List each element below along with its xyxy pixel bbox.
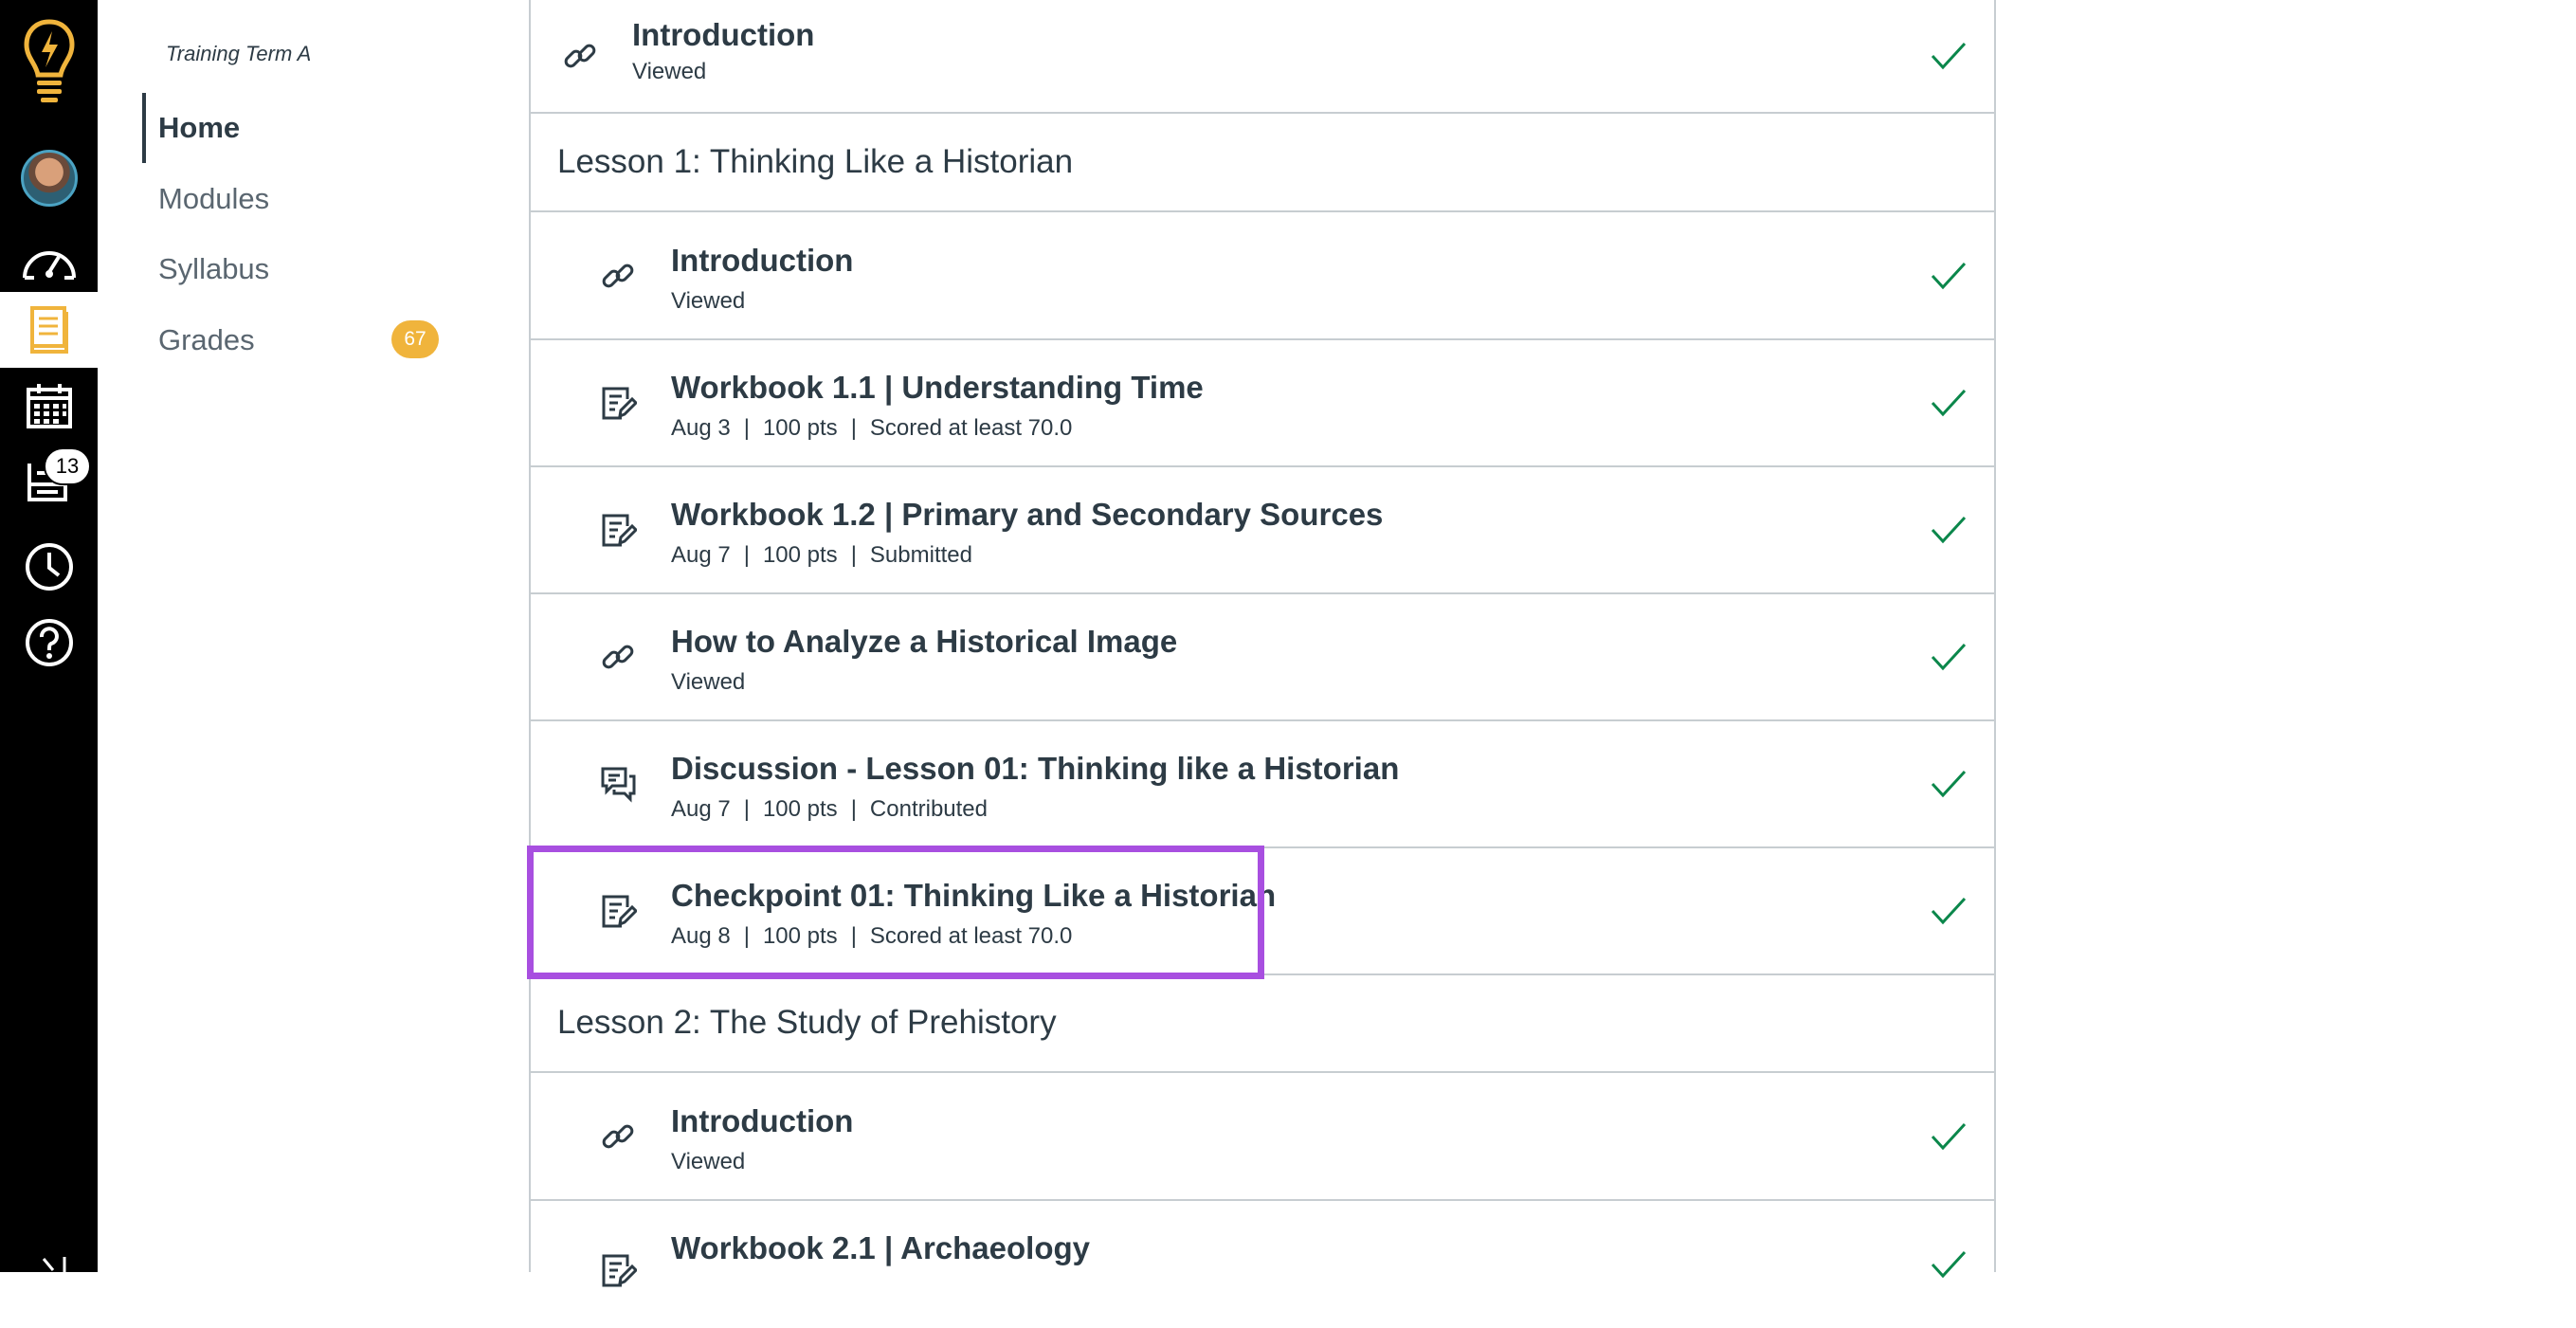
- item-meta: Aug 7 | 100 pts | Submitted: [671, 542, 972, 568]
- item-meta: Viewed: [671, 288, 746, 314]
- item-title[interactable]: Workbook 1.1 | Understanding Time: [671, 370, 1204, 406]
- check-icon: [1931, 516, 1967, 543]
- module-title: Lesson 2: The Study of Prehistory: [557, 1004, 1057, 1041]
- check-icon: [1931, 770, 1967, 797]
- item-meta: Aug 8 | 100 pts | Scored at least 70.0: [671, 923, 1073, 949]
- check-icon: [1931, 262, 1967, 289]
- item-meta: Aug 3 | 100 pts | Scored at least 70.0: [671, 415, 1073, 441]
- check-icon: [1931, 897, 1967, 924]
- check-icon: [1931, 1250, 1967, 1279]
- inbox-unread-badge: 13: [44, 447, 91, 485]
- module-item[interactable]: Workbook 2.1 | Archaeology: [531, 1200, 1994, 1328]
- item-title[interactable]: Introduction: [671, 243, 853, 279]
- module-header[interactable]: Lesson 2: The Study of Prehistory: [531, 974, 1994, 1073]
- assignment-icon: [602, 514, 637, 546]
- module-item[interactable]: Discussion - Lesson 01: Thinking like a …: [531, 720, 1994, 848]
- module-item[interactable]: Introduction Viewed: [531, 0, 1994, 114]
- module-item[interactable]: Workbook 1.1 | Understanding Time Aug 3 |…: [531, 339, 1994, 467]
- item-title[interactable]: Discussion - Lesson 01: Thinking like a …: [671, 751, 1399, 787]
- assignment-icon: [602, 1254, 637, 1287]
- lightbulb-logo-icon[interactable]: [0, 15, 98, 112]
- calendar-icon[interactable]: [0, 368, 98, 444]
- check-icon: [1931, 643, 1967, 670]
- link-icon: [602, 1124, 634, 1148]
- item-meta: Viewed: [632, 59, 707, 84]
- module-item[interactable]: How to Analyze a Historical Image Viewed: [531, 593, 1994, 721]
- assignment-icon: [602, 895, 637, 927]
- check-icon: [1931, 42, 1967, 70]
- link-icon: [602, 645, 634, 668]
- dashboard-icon[interactable]: [0, 222, 98, 298]
- discussion-icon: [601, 767, 636, 803]
- assignment-icon: [602, 387, 637, 419]
- item-meta: Aug 7 | 100 pts | Contributed: [671, 796, 988, 822]
- item-title[interactable]: Introduction: [632, 17, 814, 53]
- account-nav-item[interactable]: [0, 140, 98, 216]
- module-item[interactable]: Introduction Viewed: [531, 1073, 1994, 1201]
- link-icon: [602, 264, 634, 287]
- item-meta: Viewed: [671, 1149, 746, 1174]
- course-nav-home[interactable]: Home: [142, 93, 483, 163]
- item-title[interactable]: Introduction: [671, 1103, 853, 1139]
- link-icon: [564, 44, 596, 68]
- module-header[interactable]: Lesson 1: Thinking Like a Historian: [531, 114, 1994, 212]
- help-icon[interactable]: [0, 605, 98, 681]
- avatar: [20, 150, 78, 207]
- check-icon: [1931, 1122, 1967, 1150]
- course-nav: Training Term A Home Modules Syllabus Gr…: [98, 0, 527, 1272]
- grades-badge: 67: [391, 320, 439, 358]
- term-label: Training Term A: [166, 42, 312, 65]
- collapse-icon[interactable]: [42, 1257, 70, 1277]
- modules-list: Introduction Viewed Lesson 1: Thinking L…: [529, 0, 1996, 1287]
- item-meta: Viewed: [671, 669, 746, 695]
- module-title: Lesson 1: Thinking Like a Historian: [557, 143, 1074, 180]
- global-nav: 13: [0, 0, 98, 1272]
- item-title[interactable]: Checkpoint 01: Thinking Like a Historian: [671, 878, 1276, 914]
- history-icon[interactable]: [0, 529, 98, 605]
- course-nav-syllabus[interactable]: Syllabus: [142, 234, 483, 304]
- courses-icon[interactable]: [0, 292, 98, 368]
- item-title[interactable]: Workbook 1.2 | Primary and Secondary Sou…: [671, 497, 1383, 533]
- module-item-checkpoint[interactable]: Checkpoint 01: Thinking Like a Historian…: [531, 847, 1994, 975]
- item-title[interactable]: Workbook 2.1 | Archaeology: [671, 1230, 1090, 1266]
- module-item[interactable]: Introduction Viewed: [531, 212, 1994, 340]
- course-nav-modules[interactable]: Modules: [142, 164, 483, 234]
- check-icon: [1931, 389, 1967, 416]
- item-title[interactable]: How to Analyze a Historical Image: [671, 624, 1177, 660]
- module-item[interactable]: Workbook 1.2 | Primary and Secondary Sou…: [531, 466, 1994, 594]
